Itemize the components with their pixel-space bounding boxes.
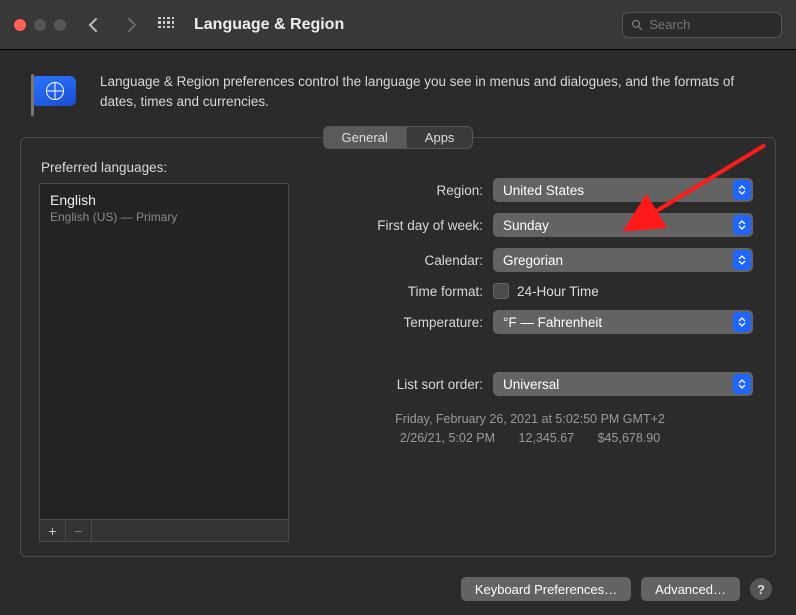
remove-language-button[interactable]: − bbox=[66, 520, 92, 541]
sample-line1: Friday, February 26, 2021 at 5:02:50 PM … bbox=[303, 410, 757, 429]
back-button[interactable] bbox=[82, 13, 104, 37]
forward-button[interactable] bbox=[120, 13, 142, 37]
minimize-window-button[interactable] bbox=[34, 19, 46, 31]
region-label: Region: bbox=[303, 183, 493, 198]
listsort-select[interactable]: Universal bbox=[493, 372, 753, 396]
close-window-button[interactable] bbox=[14, 19, 26, 31]
window-title: Language & Region bbox=[194, 16, 344, 34]
window-controls bbox=[14, 19, 66, 31]
region-value: United States bbox=[503, 183, 584, 198]
add-language-button[interactable]: + bbox=[40, 520, 66, 541]
format-sample: Friday, February 26, 2021 at 5:02:50 PM … bbox=[303, 410, 757, 449]
tab-apps[interactable]: Apps bbox=[406, 127, 473, 148]
search-field[interactable] bbox=[622, 12, 782, 38]
settings-form: Region: United States First day of week:… bbox=[303, 158, 757, 542]
calendar-value: Gregorian bbox=[503, 253, 563, 268]
search-icon bbox=[631, 18, 643, 32]
temperature-value: °F — Fahrenheit bbox=[503, 315, 602, 330]
tabs: General Apps bbox=[0, 126, 796, 149]
24hour-checkbox[interactable] bbox=[493, 283, 509, 299]
firstday-select[interactable]: Sunday bbox=[493, 213, 753, 237]
titlebar: Language & Region bbox=[0, 0, 796, 50]
list-item[interactable]: English English (US) — Primary bbox=[50, 192, 278, 224]
zoom-window-button[interactable] bbox=[54, 19, 66, 31]
language-region-icon bbox=[28, 74, 80, 112]
sample-date: 2/26/21, 5:02 PM bbox=[400, 431, 495, 445]
tab-general[interactable]: General bbox=[324, 127, 406, 148]
firstday-value: Sunday bbox=[503, 218, 549, 233]
chevron-updown-icon bbox=[733, 312, 751, 332]
help-button[interactable]: ? bbox=[750, 578, 772, 600]
language-name: English bbox=[50, 192, 278, 208]
timeformat-label: Time format: bbox=[303, 284, 493, 299]
description-row: Language & Region preferences control th… bbox=[0, 50, 796, 122]
temperature-select[interactable]: °F — Fahrenheit bbox=[493, 310, 753, 334]
sample-number: 12,345.67 bbox=[519, 431, 575, 445]
description-text: Language & Region preferences control th… bbox=[100, 72, 740, 111]
languages-list[interactable]: English English (US) — Primary bbox=[39, 183, 289, 520]
calendar-select[interactable]: Gregorian bbox=[493, 248, 753, 272]
keyboard-preferences-button[interactable]: Keyboard Preferences… bbox=[461, 577, 631, 601]
advanced-button[interactable]: Advanced… bbox=[641, 577, 740, 601]
list-footer: + − bbox=[39, 520, 289, 542]
preferred-languages-section: Preferred languages: English English (US… bbox=[39, 158, 289, 542]
show-all-icon[interactable] bbox=[158, 17, 174, 33]
bottom-button-row: Keyboard Preferences… Advanced… ? bbox=[461, 577, 772, 601]
preferred-languages-label: Preferred languages: bbox=[41, 160, 289, 175]
calendar-label: Calendar: bbox=[303, 253, 493, 268]
firstday-label: First day of week: bbox=[303, 218, 493, 233]
listsort-value: Universal bbox=[503, 377, 559, 392]
main-panel: Preferred languages: English English (US… bbox=[20, 137, 776, 557]
region-select[interactable]: United States bbox=[493, 178, 753, 202]
chevron-updown-icon bbox=[733, 374, 751, 394]
sample-currency: $45,678.90 bbox=[598, 431, 661, 445]
chevron-updown-icon bbox=[733, 215, 751, 235]
24hour-label: 24-Hour Time bbox=[517, 284, 599, 299]
chevron-updown-icon bbox=[733, 250, 751, 270]
language-subtitle: English (US) — Primary bbox=[50, 210, 278, 224]
listsort-label: List sort order: bbox=[303, 377, 493, 392]
chevron-updown-icon bbox=[733, 180, 751, 200]
temperature-label: Temperature: bbox=[303, 315, 493, 330]
search-input[interactable] bbox=[649, 17, 773, 32]
